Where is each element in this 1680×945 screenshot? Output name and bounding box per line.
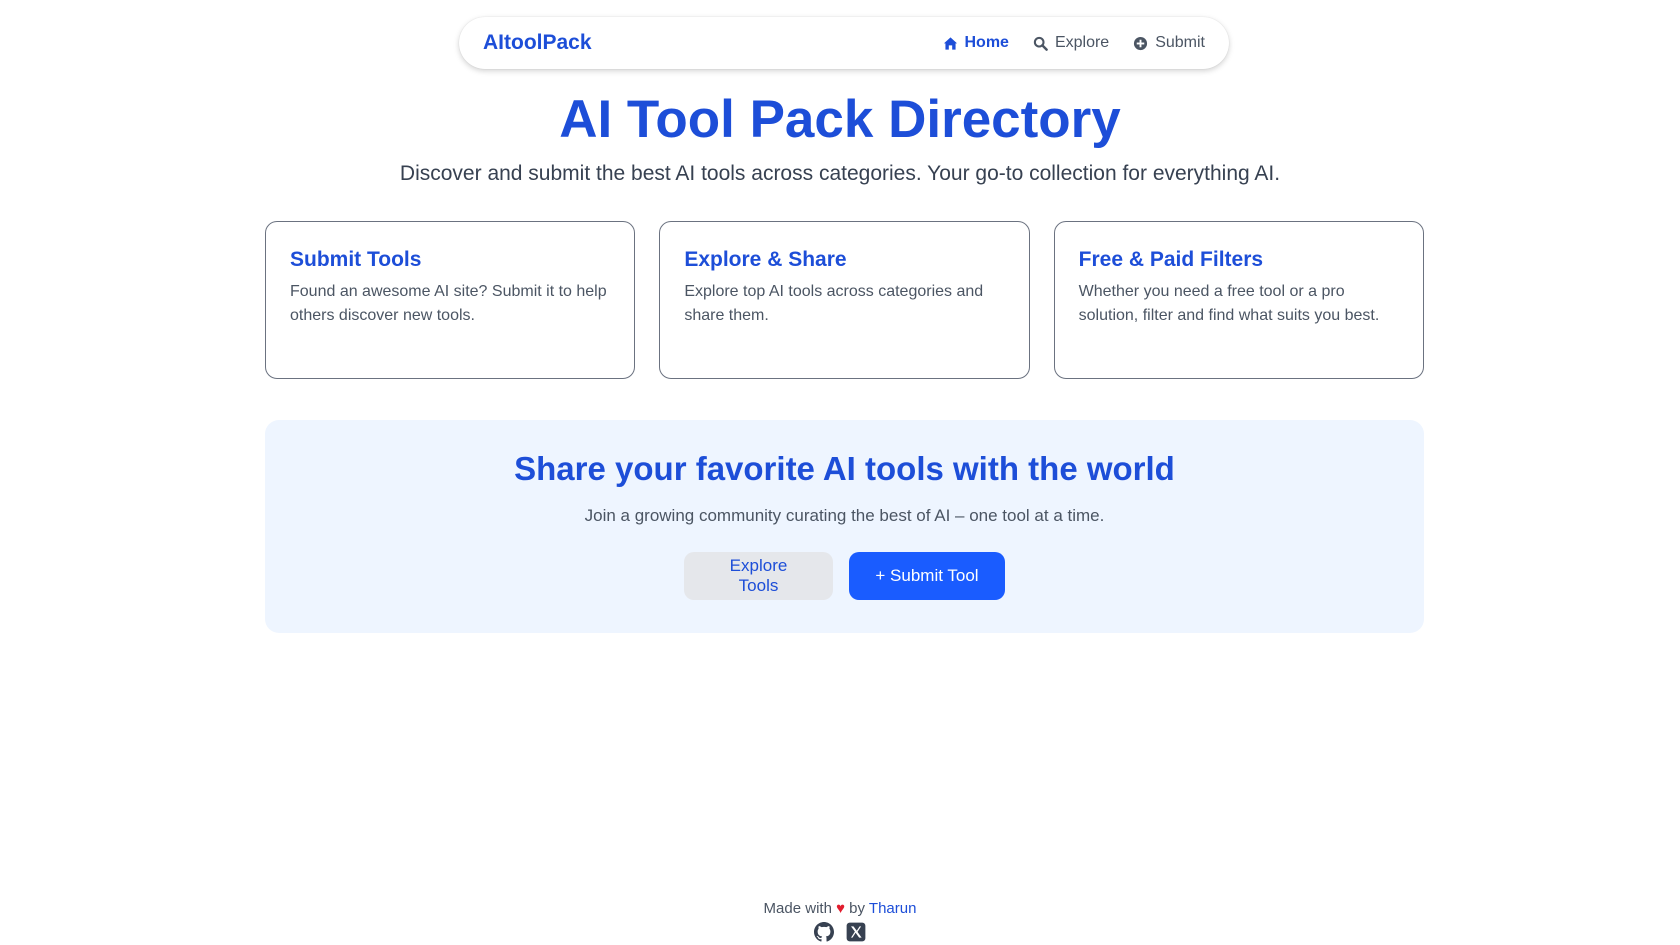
nav-links: Home Explore Submit (943, 34, 1205, 52)
footer-made-with: Made with (763, 900, 832, 917)
cta-title: Share your favorite AI tools with the wo… (514, 450, 1175, 487)
footer-social-icons (0, 922, 1680, 942)
feature-card-text: Whether you need a free tool or a pro so… (1078, 283, 1380, 324)
x-icon (846, 922, 866, 942)
feature-card-title: Submit Tools (290, 248, 422, 271)
x-link[interactable] (846, 922, 866, 942)
feature-card-text: Explore top AI tools across categories a… (684, 283, 984, 324)
feature-cards: Submit Tools Found an awesome AI site? S… (265, 221, 1424, 379)
nav-link-home[interactable]: Home (943, 34, 1009, 52)
navbar: AItoolPack Home Explore Submit (459, 17, 1229, 69)
footer: Made with ♥ by Tharun (0, 899, 1680, 919)
nav-link-label: Submit (1155, 34, 1205, 51)
feature-card-explore-share: Explore & Share Explore top AI tools acr… (659, 221, 1030, 379)
nav-link-submit[interactable]: Submit (1133, 34, 1205, 52)
cta-text: Join a growing community curating the be… (584, 506, 1105, 525)
feature-card-text: Found an awesome AI site? Submit it to h… (290, 283, 607, 324)
home-icon (943, 36, 957, 50)
nav-link-explore[interactable]: Explore (1033, 34, 1109, 52)
search-icon (1033, 36, 1048, 51)
feature-card-filters: Free & Paid Filters Whether you need a f… (1053, 221, 1424, 379)
feature-card-submit-tools: Submit Tools Found an awesome AI site? S… (265, 221, 636, 379)
heart-icon: ♥ (836, 900, 845, 917)
cta-buttons: Explore Tools + Submit Tool (265, 552, 1424, 600)
feature-card-title: Free & Paid Filters (1078, 248, 1264, 271)
github-link[interactable] (814, 922, 834, 942)
github-icon (814, 922, 834, 942)
explore-tools-button[interactable]: Explore Tools (684, 552, 833, 600)
author-link[interactable]: Tharun (869, 900, 917, 917)
plus-circle-icon (1134, 36, 1148, 50)
nav-link-label: Explore (1054, 34, 1110, 51)
page-title: AI Tool Pack Directory (559, 90, 1121, 149)
nav-link-label: Home (964, 34, 1009, 51)
brand-logo[interactable]: AItoolPack (483, 31, 592, 55)
footer-by: by (849, 900, 866, 917)
submit-tool-button[interactable]: + Submit Tool (849, 552, 1005, 600)
page: AItoolPack Home Explore Submit AI Tool P… (0, 0, 1680, 945)
page-subtitle: Discover and submit the best AI tools ac… (399, 162, 1281, 185)
cta-section: Share your favorite AI tools with the wo… (265, 420, 1424, 633)
feature-card-title: Explore & Share (684, 248, 847, 271)
